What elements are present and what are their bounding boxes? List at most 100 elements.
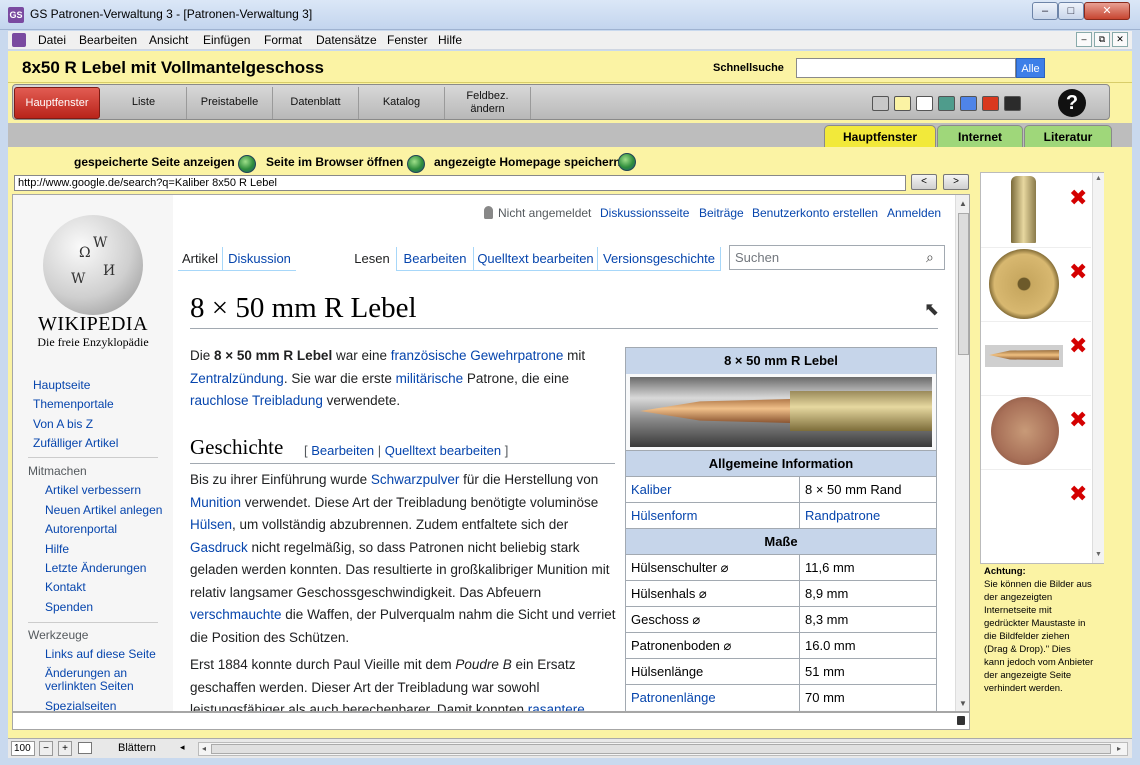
globe-icon[interactable] [238,155,256,173]
image-slot-1[interactable] [1011,176,1036,243]
toolbar-preistabelle-button[interactable]: Preistabelle [187,87,273,119]
tab-discussion[interactable]: Diskussion [222,247,296,271]
toolbar-hauptfenster-button[interactable]: Hauptfenster [14,87,100,119]
zoom-level[interactable]: 100 [11,741,35,756]
nav-von-a-bis-z[interactable]: Von A bis Z [33,417,93,431]
werkzeuge-item[interactable]: Änderungen an verlinkten Seiten [45,667,160,693]
color-swatch-yellow[interactable] [894,96,911,111]
menu-format[interactable]: Format [264,33,302,47]
werkzeuge-item[interactable]: Links auf diese Seite [45,647,156,661]
layout-icon[interactable] [78,742,92,754]
minimize-button[interactable]: – [1032,2,1058,20]
delete-icon[interactable]: ✖ [1069,185,1087,211]
quicksearch-all-button[interactable]: Alle [1016,58,1045,78]
color-swatch-red[interactable] [982,96,999,111]
mitmachen-item[interactable]: Hilfe [45,542,69,556]
link-gasdruck[interactable]: Gasdruck [190,540,248,555]
delete-icon[interactable]: ✖ [1069,259,1087,285]
scroll-down-icon[interactable]: ▼ [1095,551,1102,558]
scroll-up-icon[interactable]: ▲ [1095,175,1102,182]
tab-article[interactable]: Artikel [178,247,222,271]
delete-icon[interactable]: ✖ [1069,333,1087,359]
toolbar-feldbez-button[interactable]: Feldbez. ändern [445,87,531,119]
image-slot-3[interactable] [985,345,1063,367]
contributions-link[interactable]: Beiträge [699,206,744,220]
mitmachen-item[interactable]: Autorenportal [45,522,117,536]
menu-datei[interactable]: Datei [38,33,66,47]
nav-themenportale[interactable]: Themenportale [33,397,114,411]
link-gewehrpatrone[interactable]: Gewehrpatrone [470,348,563,363]
color-swatch-teal[interactable] [938,96,955,111]
link-zentralzuendung[interactable]: Zentralzündung [190,371,284,386]
zoom-in-icon[interactable]: + [58,741,72,756]
search-icon[interactable]: ⌕ [926,249,934,266]
show-saved-link[interactable]: gespeicherte Seite anzeigen [74,155,235,169]
mitmachen-item[interactable]: Neuen Artikel anlegen [45,503,162,517]
link-rauchlose-treibladung[interactable]: rauchlose Treibladung [190,393,323,408]
link-franzoesische[interactable]: französische [391,348,467,363]
color-swatch-blue[interactable] [960,96,977,111]
back-button[interactable]: < [911,174,937,190]
mdi-minimize-button[interactable]: – [1076,32,1092,47]
tab-internet[interactable]: Internet [937,125,1023,149]
save-homepage-link[interactable]: angezeigte Homepage speichern [434,155,621,169]
forward-button[interactable]: > [943,174,969,190]
mitmachen-item[interactable]: Letzte Änderungen [45,561,146,575]
color-swatch-white[interactable] [916,96,933,111]
menu-bearbeiten[interactable]: Bearbeiten [79,33,137,47]
create-account-link[interactable]: Benutzerkonto erstellen [752,206,878,220]
delete-icon[interactable]: ✖ [1069,407,1087,433]
open-in-browser-link[interactable]: Seite im Browser öffnen [266,155,403,169]
mitmachen-item[interactable]: Artikel verbessern [45,483,141,497]
image-slot-4[interactable] [991,397,1059,465]
mitmachen-item[interactable]: Spenden [45,600,93,614]
infobox-key-link[interactable]: Patronenlänge [631,690,716,705]
mdi-restore-button[interactable]: ⧉ [1094,32,1110,47]
globe-icon[interactable] [407,155,425,173]
tab-edit-source[interactable]: Quelltext bearbeiten [473,247,597,271]
section-edit-link[interactable]: Bearbeiten [311,443,374,458]
image-panel-scrollbar[interactable]: ▲ ▼ [1092,173,1104,563]
image-slot-2[interactable] [989,249,1059,319]
toolbar-liste-button[interactable]: Liste [101,87,187,119]
quicksearch-input[interactable] [796,58,1016,78]
toolbar-datenblatt-button[interactable]: Datenblatt [273,87,359,119]
menu-ansicht[interactable]: Ansicht [149,33,188,47]
wikipedia-logo[interactable]: ΩИWW [43,215,143,315]
nav-hauptseite[interactable]: Hauptseite [33,378,90,392]
horizontal-scrollbar[interactable]: ◂ ▸ [198,742,1128,756]
link-munition[interactable]: Munition [190,495,241,510]
menu-einfuegen[interactable]: Einfügen [203,33,250,47]
infobox-key-link[interactable]: Hülsenform [631,508,697,523]
color-swatch-black[interactable] [1004,96,1021,111]
scroll-left-icon[interactable]: ◂ [202,744,206,753]
menu-fenster[interactable]: Fenster [387,33,428,47]
link-rasantere[interactable]: rasantere [528,702,585,711]
link-verschmauchte[interactable]: verschmauchte [190,607,282,622]
scroll-up-icon[interactable]: ▲ [959,199,967,208]
cartridge-image[interactable] [630,377,932,447]
image-slot-5[interactable] [989,473,1059,539]
url-field[interactable]: http://www.google.de/search?q=Kaliber 8x… [14,175,906,191]
toolbar-katalog-button[interactable]: Katalog [359,87,445,119]
browser-scrollbar[interactable]: ▲ ▼ [955,195,969,711]
scroll-right-icon[interactable]: ▸ [1117,744,1121,753]
section-edit-source-link[interactable]: Quelltext bearbeiten [385,443,501,458]
menu-hilfe[interactable]: Hilfe [438,33,462,47]
help-icon[interactable]: ? [1058,89,1086,117]
mode-dropdown-icon[interactable]: ◂ [180,742,185,753]
talk-link[interactable]: Diskussionsseite [600,206,689,220]
zoom-out-icon[interactable]: − [39,741,53,756]
mitmachen-item[interactable]: Kontakt [45,580,86,594]
wiki-search-field[interactable]: Suchen ⌕ [729,245,945,270]
delete-icon[interactable]: ✖ [1069,481,1087,507]
scroll-down-icon[interactable]: ▼ [959,699,967,708]
color-swatch-grey[interactable] [872,96,889,111]
link-militaerische[interactable]: militärische [396,371,464,386]
menu-datensaetze[interactable]: Datensätze [316,33,377,47]
tab-hauptfenster[interactable]: Hauptfenster [824,125,936,148]
scroll-thumb[interactable] [958,213,969,355]
tab-edit[interactable]: Bearbeiten [396,247,473,271]
infobox-key-link[interactable]: Kaliber [631,482,671,497]
tab-history[interactable]: Versionsgeschichte [597,247,721,271]
